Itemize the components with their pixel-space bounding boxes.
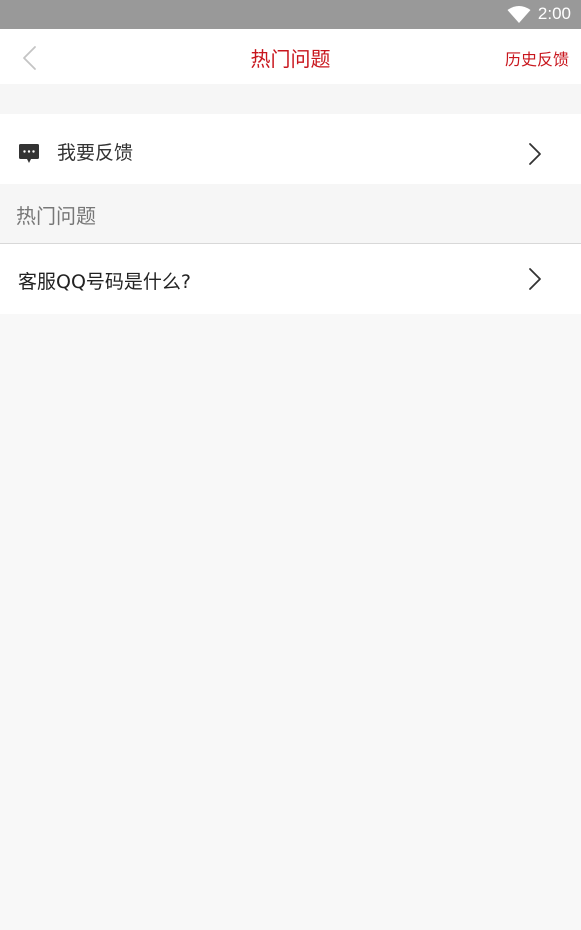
chevron-right-icon — [529, 268, 541, 290]
chevron-right-icon — [529, 143, 541, 165]
spacer — [0, 84, 581, 114]
question-label: 客服QQ号码是什么? — [18, 271, 191, 293]
feedback-label: 我要反馈 — [57, 142, 134, 164]
section-title: 热门问题 — [16, 204, 96, 228]
wifi-icon — [507, 6, 531, 23]
page-title: 热门问题 — [250, 47, 331, 71]
chat-bubble-icon — [19, 144, 39, 163]
feedback-row[interactable]: 我要反馈 — [0, 114, 581, 184]
status-time: 2:00 — [537, 4, 571, 23]
status-bar: 2:00 — [0, 0, 581, 29]
history-feedback-link[interactable]: 历史反馈 — [505, 46, 569, 70]
list-item[interactable]: 客服QQ号码是什么? — [0, 244, 581, 314]
section-header: 热门问题 — [0, 184, 581, 244]
nav-bar: 热门问题 历史反馈 — [0, 29, 581, 84]
